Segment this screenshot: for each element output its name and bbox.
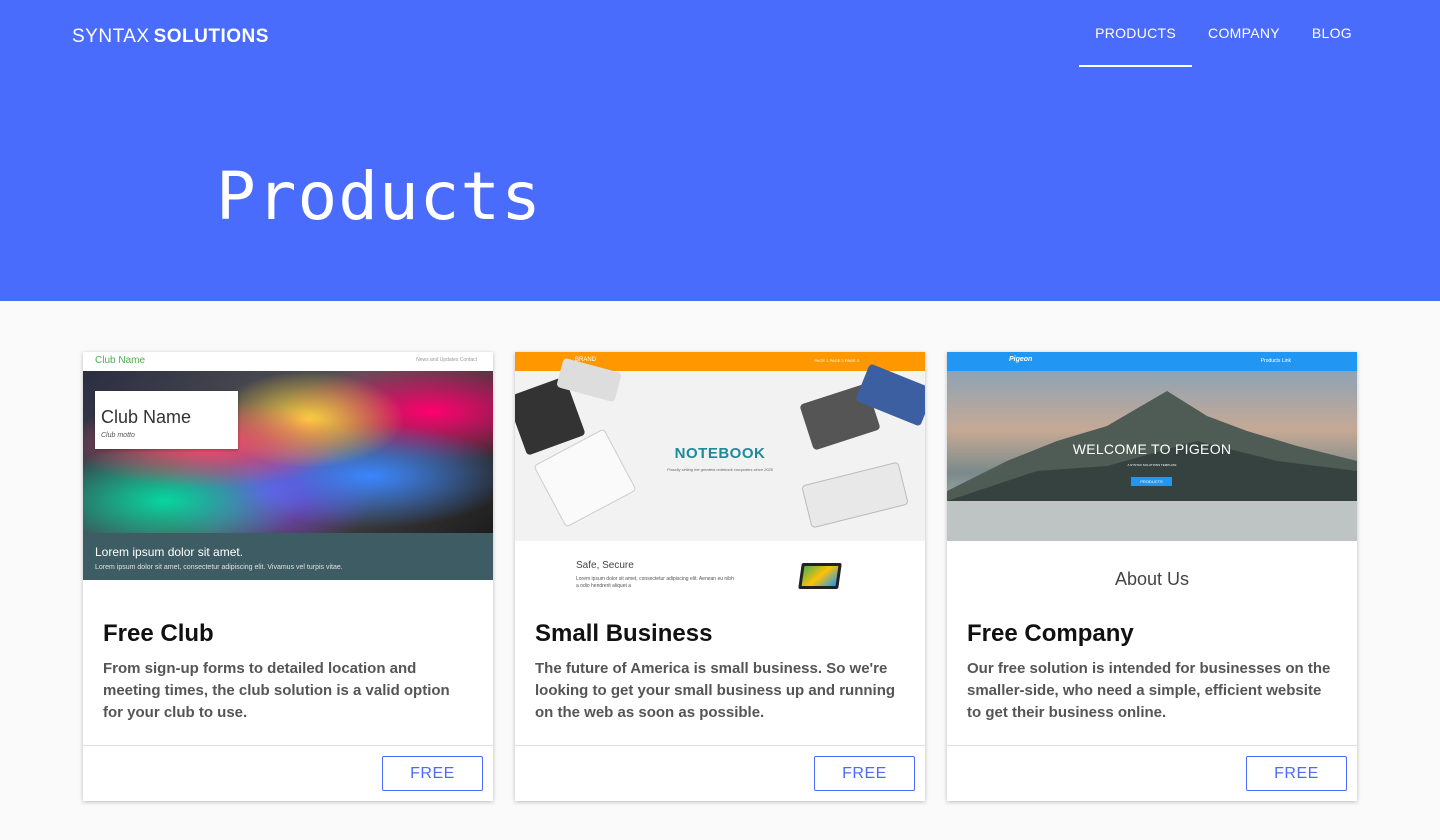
graffiti-art-image: Club Name Club motto [83,371,493,533]
card-description: Our free solution is intended for busine… [967,660,1331,721]
nav-blog[interactable]: BLOG [1296,0,1368,67]
card-description: From sign-up forms to detailed location … [103,660,450,721]
mountain-hero-image: WELCOME TO PIGEON A SYNTAX SOLUTIONS TEM… [947,371,1357,541]
thumb-section: About Us [947,541,1357,590]
thumb-nav-links: Products Link [1260,358,1291,364]
product-card-small-business: BRAND PAGE 1 PAGE 2 PAGE 3 NOTEBOOK Prou… [515,352,925,801]
card-title: Small Business [535,620,713,647]
thumb-section: Safe, Secure Lorem ipsum dolor sit amet,… [515,541,925,590]
hero-header: SYNTAX SOLUTIONS PRODUCTS COMPANY BLOG Pr… [0,0,1440,301]
thumb-hero-title: NOTEBOOK [674,445,766,462]
product-thumbnail[interactable]: Pigeon Products Link WELCOME TO PIGEON A… [947,352,1357,590]
thumb-section-heading: About Us [1114,569,1190,589]
thumb-navbar: Club Name News and Updates Contact [83,352,493,371]
thumb-box-title: Club Name [101,407,192,427]
card-title: Free Club [103,620,214,647]
thumb-hero-subtitle: A SYNTAX SOLUTIONS TEMPLATE [1127,463,1177,467]
brand-part-2: SOLUTIONS [153,26,269,47]
product-thumbnail[interactable]: BRAND PAGE 1 PAGE 2 PAGE 3 NOTEBOOK Prou… [515,352,925,590]
card-title: Free Company [967,620,1134,647]
thumb-hero-title: WELCOME TO PIGEON [1072,441,1232,457]
brand-logo[interactable]: SYNTAX SOLUTIONS [72,26,269,48]
thumb-caption-band: Lorem ipsum dolor sit amet. Lorem ipsum … [83,533,493,580]
thumb-box-motto: Club motto [101,432,135,439]
nav-products[interactable]: PRODUCTS [1079,0,1193,67]
card-footer: FREE [83,745,493,801]
thumb-section-text: Lorem ipsum dolor sit amet, consectetur … [576,576,734,589]
main-nav: PRODUCTS COMPANY BLOG [1079,0,1368,67]
thumb-nav-links: News and Updates Contact [416,357,477,363]
free-button[interactable]: FREE [382,756,483,791]
thumb-hero-button: PRODUCTS [1131,477,1172,486]
thumb-title-box: Club Name Club motto [95,391,238,449]
card-footer: FREE [947,745,1357,801]
free-button[interactable]: FREE [1246,756,1347,791]
product-card-free-company: Pigeon Products Link WELCOME TO PIGEON A… [947,352,1357,801]
product-card-free-club: Club Name News and Updates Contact Club … [83,352,493,801]
thumb-band-heading: Lorem ipsum dolor sit amet. [95,545,244,559]
brand-part-1: SYNTAX [72,26,150,47]
thumb-brand: Pigeon [1009,356,1033,363]
page-title: Products [216,158,542,235]
card-footer: FREE [515,745,925,801]
nav-company[interactable]: COMPANY [1192,0,1296,67]
product-thumbnail[interactable]: Club Name News and Updates Contact Club … [83,352,493,590]
free-button[interactable]: FREE [814,756,915,791]
notebook-hero-image: NOTEBOOK Proudly selling the greatest no… [515,357,925,541]
card-description: The future of America is small business.… [535,660,896,721]
tablet-image [798,563,842,589]
thumb-band-text: Lorem ipsum dolor sit amet, consectetur … [95,564,343,571]
thumb-club-name: Club Name [95,355,146,366]
thumb-nav-links: PAGE 1 PAGE 2 PAGE 3 [814,358,859,363]
thumb-hero-subtitle: Proudly selling the greatest notebook co… [666,467,774,472]
thumb-navbar: Pigeon Products Link [947,352,1357,371]
thumb-section-heading: Safe, Secure [576,560,634,571]
